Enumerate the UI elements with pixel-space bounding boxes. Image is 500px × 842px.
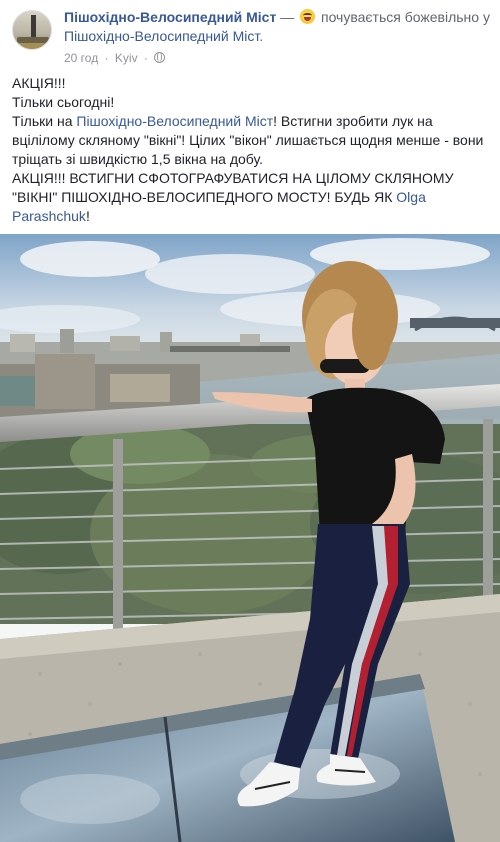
post-header: Пішохідно-Велосипедний Міст — почуваєтьс… bbox=[12, 8, 492, 66]
crazy-face-emoji-icon bbox=[300, 9, 316, 24]
dot-separator: · bbox=[104, 51, 109, 65]
text-line-4: АКЦІЯ!!! ВСТИГНИ СФОТОГРАФУВАТИСЯ НА ЦІЛ… bbox=[12, 169, 490, 226]
separator: — bbox=[280, 9, 295, 25]
globe-icon[interactable] bbox=[154, 52, 166, 63]
post-meta: Пішохідно-Велосипедний Міст — почуваєтьс… bbox=[64, 8, 494, 68]
page-avatar[interactable] bbox=[12, 10, 52, 50]
post-photo[interactable] bbox=[0, 234, 500, 842]
dot-separator-2: · bbox=[143, 51, 148, 65]
post-subline: 20 год · Kyiv · bbox=[64, 49, 494, 68]
facebook-post: Пішохідно-Велосипедний Міст — почуваєтьс… bbox=[0, 0, 500, 842]
place-suffix: . bbox=[259, 28, 264, 44]
feeling-text: почувається божевільно у bbox=[320, 9, 490, 25]
text-line-3: Тільки на Пішохідно-Велосипедний Міст! В… bbox=[12, 112, 490, 169]
post-time[interactable]: 20 год bbox=[64, 51, 98, 65]
page-name-link[interactable]: Пішохідно-Велосипедний Міст bbox=[64, 9, 276, 25]
post-location[interactable]: Kyiv bbox=[115, 51, 138, 65]
text-line-3-prefix: Тільки на bbox=[12, 113, 77, 129]
place-link[interactable]: Пішохідно-Велосипедний Міст bbox=[64, 28, 259, 44]
post-text: АКЦІЯ!!! Тільки сьогодні! Тільки на Пішо… bbox=[12, 74, 490, 226]
bridge-link[interactable]: Пішохідно-Велосипедний Міст bbox=[76, 113, 273, 129]
text-line-4-prefix: АКЦІЯ!!! ВСТИГНИ СФОТОГРАФУВАТИСЯ НА ЦІЛ… bbox=[12, 170, 454, 205]
text-line-1: АКЦІЯ!!! bbox=[12, 75, 66, 91]
text-line-4-suffix: ! bbox=[85, 208, 90, 224]
text-line-2: Тільки сьогодні! bbox=[12, 94, 115, 110]
